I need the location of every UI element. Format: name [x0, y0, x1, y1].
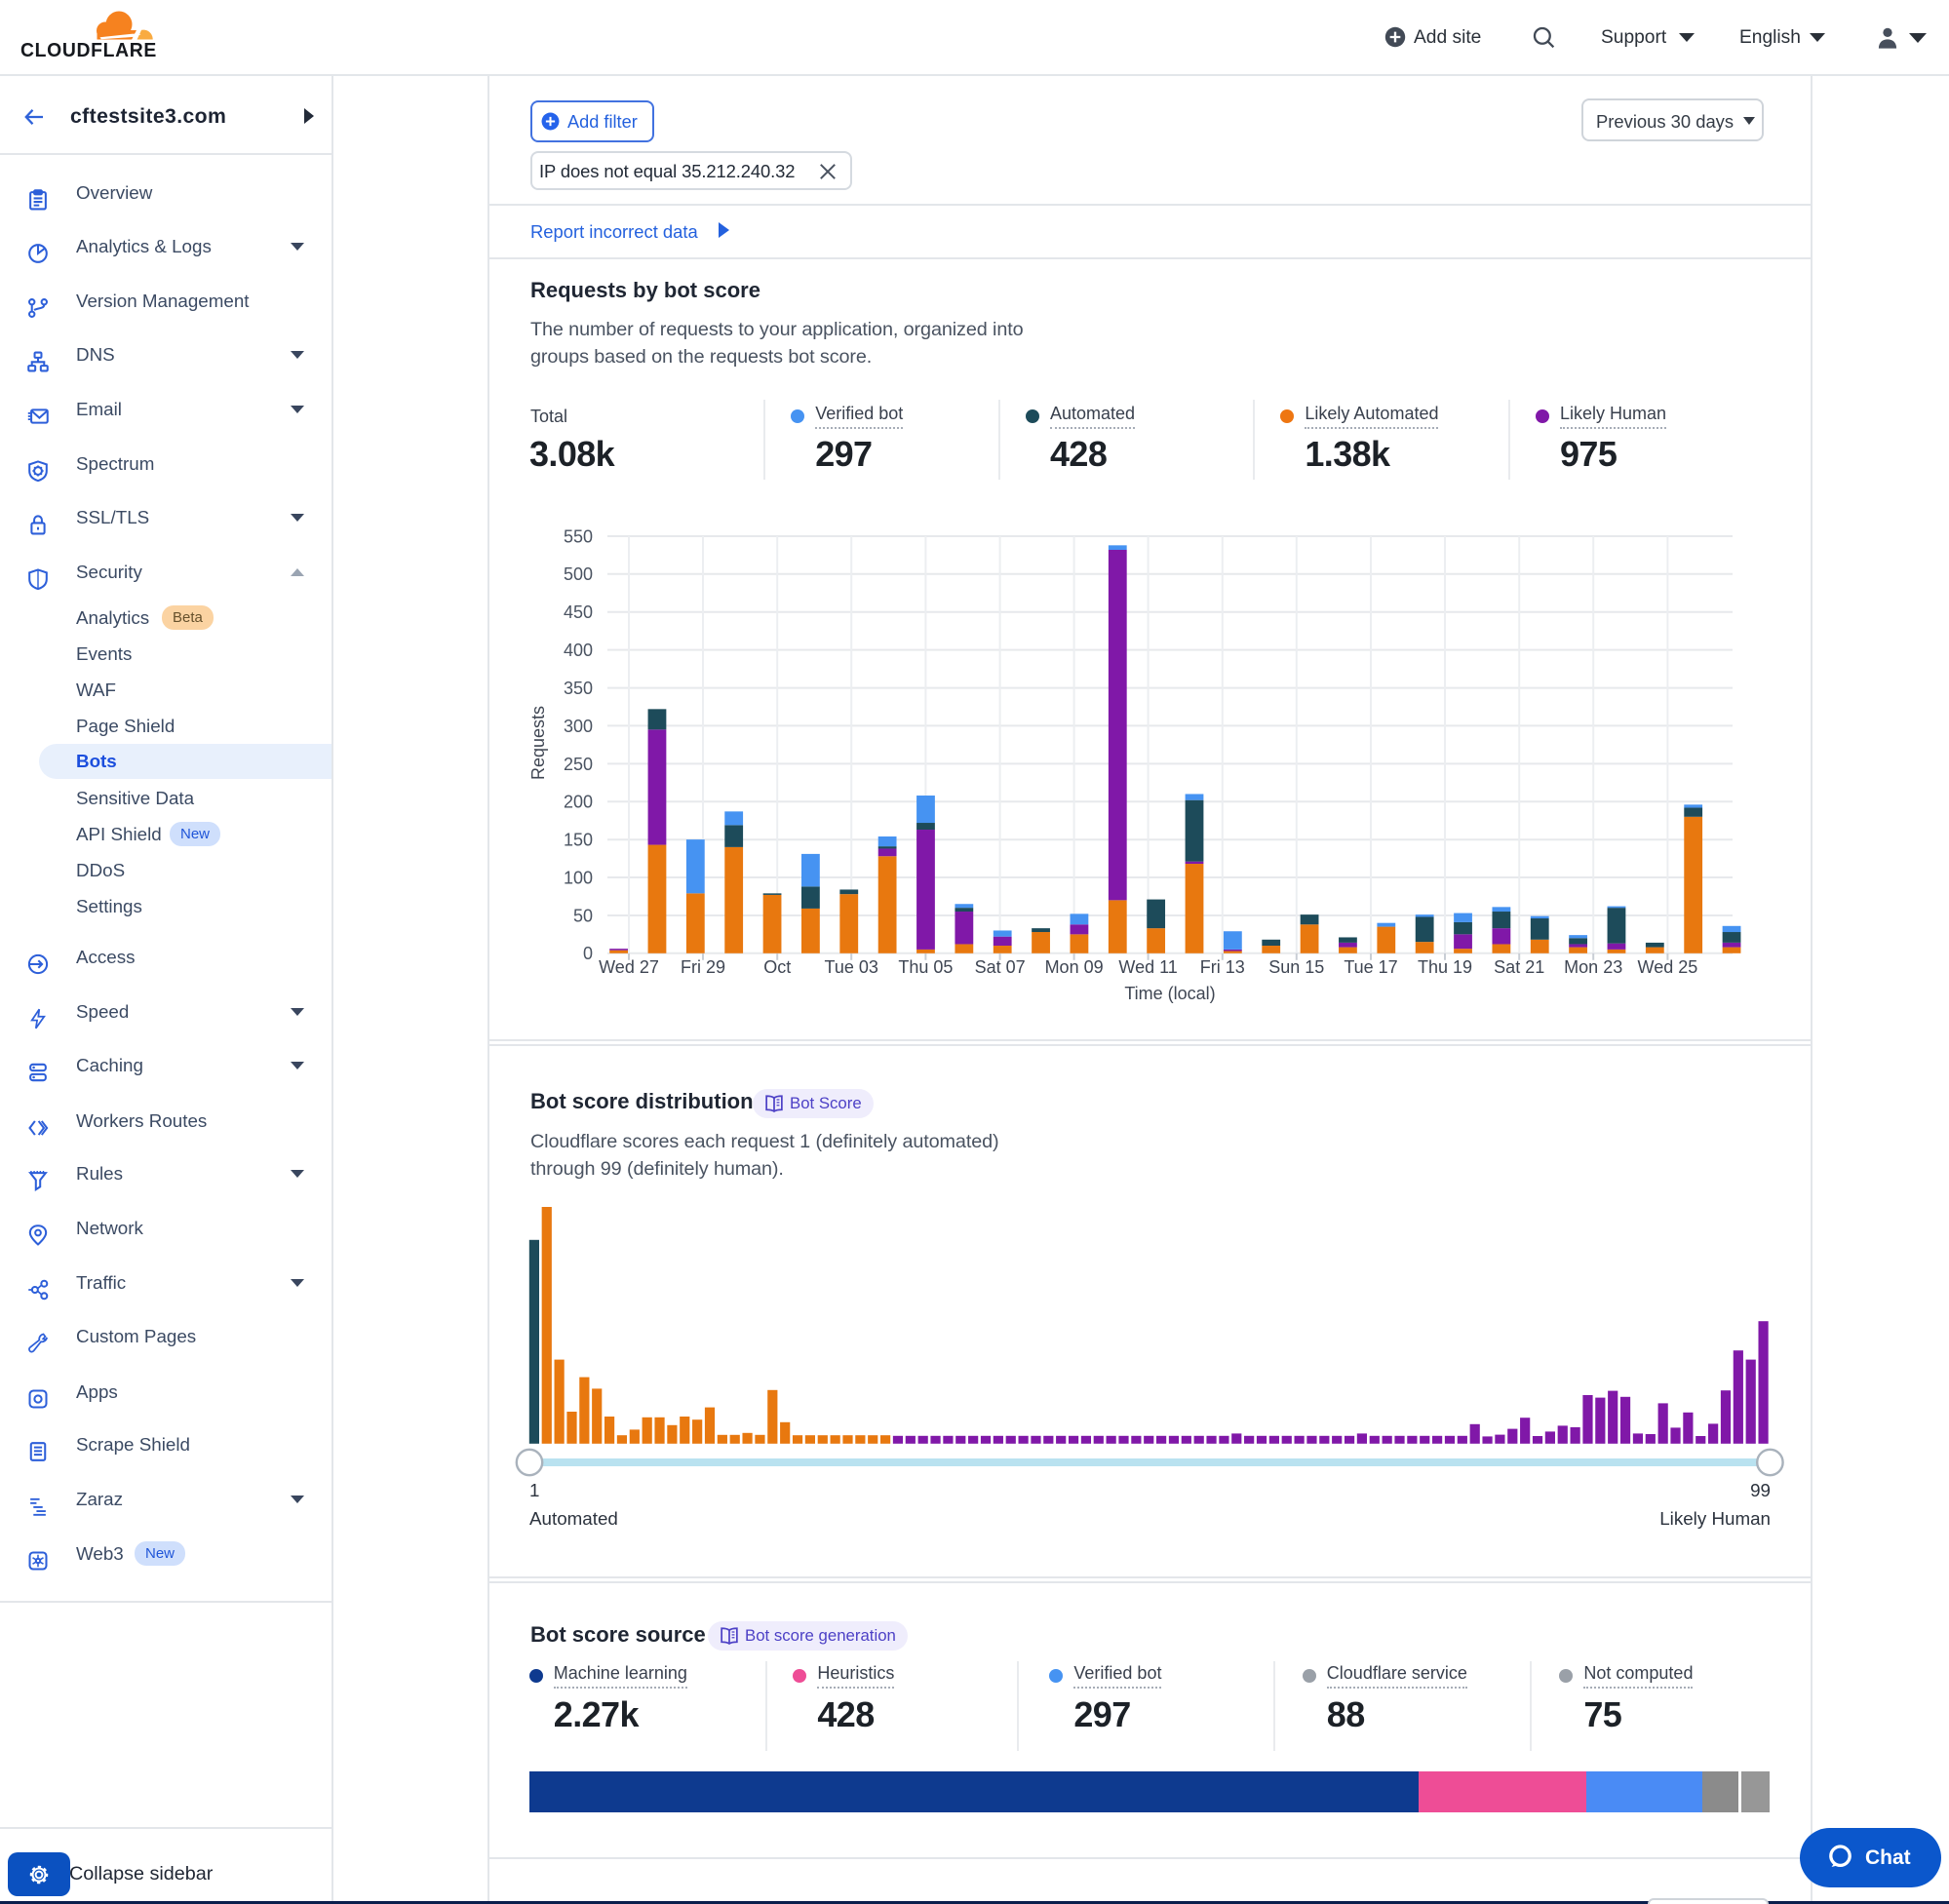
- svg-text:Thu 05: Thu 05: [898, 957, 953, 977]
- svg-text:Mon 23: Mon 23: [1564, 957, 1622, 977]
- svg-text:150: 150: [564, 831, 593, 850]
- svg-text:1: 1: [529, 1480, 539, 1500]
- svg-text:550: 550: [564, 526, 593, 546]
- svg-text:500: 500: [564, 564, 593, 584]
- svg-text:50: 50: [573, 906, 593, 925]
- svg-text:300: 300: [564, 717, 593, 736]
- svg-text:Wed 27: Wed 27: [599, 957, 659, 977]
- svg-text:450: 450: [564, 602, 593, 622]
- svg-text:200: 200: [564, 793, 593, 812]
- svg-text:Likely Human: Likely Human: [1659, 1508, 1771, 1529]
- svg-text:Automated: Automated: [529, 1508, 618, 1529]
- svg-text:Fri 13: Fri 13: [1200, 957, 1245, 977]
- svg-text:Sun 15: Sun 15: [1268, 957, 1324, 977]
- svg-text:Sat 21: Sat 21: [1494, 957, 1544, 977]
- svg-text:Oct: Oct: [763, 957, 791, 977]
- svg-text:350: 350: [564, 679, 593, 698]
- svg-text:Time (local): Time (local): [1124, 984, 1215, 1003]
- svg-text:Fri 29: Fri 29: [681, 957, 725, 977]
- svg-text:Thu 19: Thu 19: [1418, 957, 1472, 977]
- svg-text:Wed 25: Wed 25: [1638, 957, 1698, 977]
- svg-text:0: 0: [583, 944, 593, 963]
- svg-text:Tue 03: Tue 03: [825, 957, 878, 977]
- svg-text:99: 99: [1750, 1480, 1771, 1500]
- svg-text:100: 100: [564, 868, 593, 887]
- svg-text:Mon 09: Mon 09: [1045, 957, 1104, 977]
- svg-text:Wed 11: Wed 11: [1118, 957, 1177, 977]
- svg-text:Tue 17: Tue 17: [1344, 957, 1397, 977]
- svg-text:400: 400: [564, 641, 593, 660]
- svg-text:Sat 07: Sat 07: [975, 957, 1026, 977]
- svg-text:250: 250: [564, 755, 593, 774]
- svg-text:Requests: Requests: [528, 706, 548, 780]
